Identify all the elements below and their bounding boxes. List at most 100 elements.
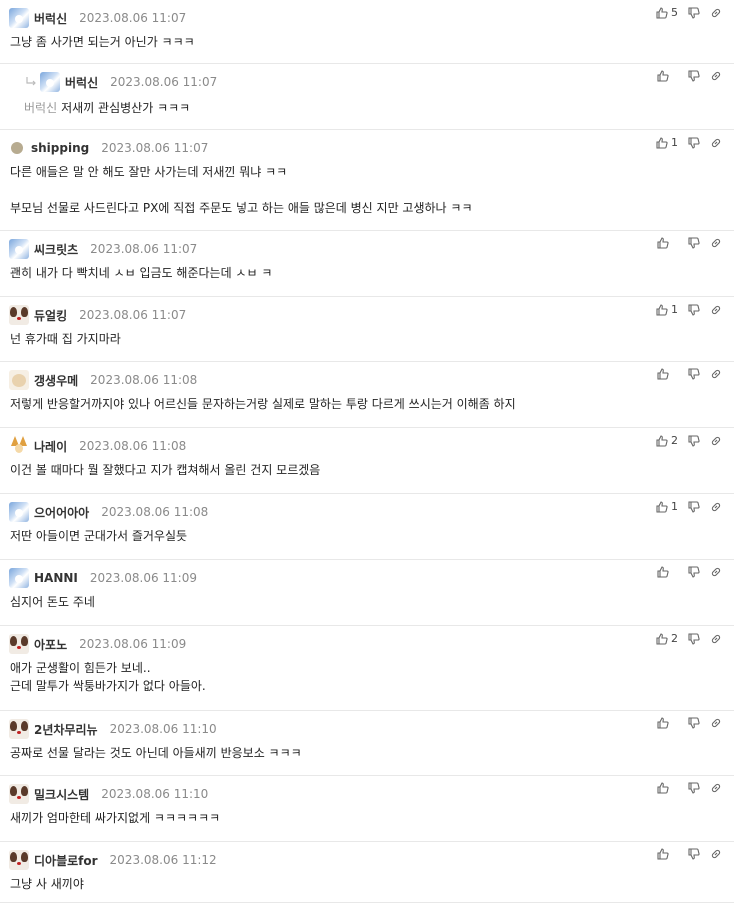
like-count: 2 <box>671 632 678 645</box>
reply-item: 버럭신 2023.08.06 11:07 버럭신 저새끼 관심병산가 ㅋㅋㅋ <box>0 64 734 130</box>
link-icon <box>710 566 722 578</box>
comment-date: 2023.08.06 11:07 <box>110 75 218 89</box>
like-button[interactable]: 1 <box>656 136 678 149</box>
thumbs-up-icon <box>657 848 669 860</box>
avatar <box>9 634 29 654</box>
thumbs-up-icon <box>657 237 669 249</box>
like-button[interactable] <box>657 566 678 578</box>
comment-header: 밀크시스템 2023.08.06 11:10 <box>9 784 208 804</box>
dislike-button[interactable] <box>688 848 700 860</box>
dislike-button[interactable] <box>688 237 700 249</box>
avatar <box>9 568 29 588</box>
thumbs-down-icon <box>688 6 700 19</box>
author-name[interactable]: 나레이 <box>34 438 67 455</box>
thumbs-up-icon <box>657 717 669 729</box>
link-icon <box>710 70 722 82</box>
comment-body: 저렇게 반응할거까지야 있나 어르신들 문자하는거랑 실제로 말하는 투랑 다르… <box>10 395 516 413</box>
avatar <box>9 850 29 870</box>
like-button[interactable]: 1 <box>656 500 678 513</box>
link-button[interactable] <box>710 70 722 82</box>
comment-body: 이건 볼 때마다 뭘 잘했다고 지가 캡쳐해서 올린 건지 모르겠음 <box>10 461 320 479</box>
dislike-button[interactable] <box>688 782 700 794</box>
comment-date: 2023.08.06 11:07 <box>90 242 198 256</box>
author-name[interactable]: HANNI <box>34 571 78 585</box>
link-button[interactable] <box>710 501 722 513</box>
comment-text-line: 그냥 좀 사가면 되는거 아닌가 ㅋㅋㅋ <box>10 35 195 49</box>
link-button[interactable] <box>710 137 722 149</box>
like-count: 1 <box>671 303 678 316</box>
like-button[interactable] <box>657 848 678 860</box>
author-name[interactable]: 듀얼킹 <box>34 307 67 324</box>
like-button[interactable]: 5 <box>656 6 678 19</box>
like-count: 2 <box>671 434 678 447</box>
author-name[interactable]: 밀크시스템 <box>34 786 89 803</box>
author-name[interactable]: 씨크릿츠 <box>34 241 78 258</box>
thumbs-up-icon <box>657 566 669 578</box>
comment-item: 나레이 2023.08.06 11:08 2 이건 볼 때마다 뭘 잘했다고 지가 캡… <box>0 428 734 494</box>
mention-name[interactable]: 버럭신 <box>24 101 57 115</box>
comment-body: 애가 군생활이 힘든가 보네.. 근데 말투가 싹퉁바가지가 없다 아들아. <box>10 659 206 695</box>
link-button[interactable] <box>710 304 722 316</box>
author-name[interactable]: 디아블로for <box>34 852 98 869</box>
link-button[interactable] <box>710 435 722 447</box>
like-button[interactable] <box>657 237 678 249</box>
dislike-button[interactable] <box>688 566 700 578</box>
comment-text-line: 부모님 선물로 사드린다고 PX에 직접 주문도 넣고 하는 애들 많은데 병신… <box>10 201 473 215</box>
like-count: 1 <box>671 136 678 149</box>
reply-arrow-icon <box>24 75 38 89</box>
link-button[interactable] <box>710 7 722 19</box>
comment-item: 버럭신 2023.08.06 11:07 5 그냥 좀 사가면 되는거 아닌가 ㅋㅋㅋ <box>0 0 734 64</box>
dislike-button[interactable] <box>688 70 700 82</box>
comment-actions: 5 <box>646 6 722 19</box>
comment-text-line: 다른 애들은 말 안 해도 잘만 사가는데 저새낀 뭐냐 ㅋㅋ <box>10 165 288 179</box>
comment-header: 디아블로for 2023.08.06 11:12 <box>9 850 217 870</box>
dislike-button[interactable] <box>688 434 700 447</box>
author-name[interactable]: 갱생우메 <box>34 372 78 389</box>
author-name[interactable]: 으어어아아 <box>34 504 89 521</box>
thumbs-up-icon <box>657 782 669 794</box>
thumbs-down-icon <box>688 632 700 645</box>
comment-text-line: 넌 휴가때 집 가지마라 <box>10 332 121 346</box>
link-icon <box>710 237 722 249</box>
comment-item: 아포노 2023.08.06 11:09 2 애가 군생활이 힘든가 보네.. 근데 … <box>0 626 734 711</box>
dislike-button[interactable] <box>688 368 700 380</box>
author-name[interactable]: 아포노 <box>34 636 67 653</box>
link-button[interactable] <box>710 633 722 645</box>
link-icon <box>710 7 722 19</box>
comment-item: 씨크릿츠 2023.08.06 11:07 괜히 내가 다 빡치네 ㅅㅂ 입금도 해… <box>0 231 734 297</box>
comment-header: 씨크릿츠 2023.08.06 11:07 <box>9 239 197 259</box>
author-name[interactable]: 버럭신 <box>65 74 98 91</box>
link-button[interactable] <box>710 848 722 860</box>
link-button[interactable] <box>710 237 722 249</box>
comment-item: 듀얼킹 2023.08.06 11:07 1 넌 휴가때 집 가지마라 <box>0 297 734 362</box>
like-button[interactable] <box>657 717 678 729</box>
comment-body: 그냥 사 새끼야 <box>10 875 84 893</box>
comment-text-line: 이건 볼 때마다 뭘 잘했다고 지가 캡쳐해서 올린 건지 모르겠음 <box>10 463 321 477</box>
dislike-button[interactable] <box>688 6 700 19</box>
thumbs-up-icon <box>656 434 668 447</box>
author-name[interactable]: 버럭신 <box>34 10 67 27</box>
thumbs-up-icon <box>656 6 668 19</box>
comment-header: 2년차무리뉴 2023.08.06 11:10 <box>9 719 217 739</box>
dislike-button[interactable] <box>688 136 700 149</box>
link-button[interactable] <box>710 782 722 794</box>
like-button[interactable]: 2 <box>656 632 678 645</box>
like-button[interactable] <box>657 70 678 82</box>
dislike-button[interactable] <box>688 717 700 729</box>
link-button[interactable] <box>710 566 722 578</box>
dislike-button[interactable] <box>688 500 700 513</box>
thumbs-down-icon <box>688 566 700 578</box>
dislike-button[interactable] <box>688 303 700 316</box>
like-button[interactable]: 2 <box>656 434 678 447</box>
like-button[interactable] <box>657 368 678 380</box>
link-button[interactable] <box>710 717 722 729</box>
author-name[interactable]: shipping <box>31 141 89 155</box>
like-button[interactable] <box>657 782 678 794</box>
author-name[interactable]: 2년차무리뉴 <box>34 721 98 738</box>
comment-actions <box>647 848 722 860</box>
comment-actions: 2 <box>646 434 722 447</box>
comment-date: 2023.08.06 11:07 <box>79 308 187 322</box>
link-button[interactable] <box>710 368 722 380</box>
like-button[interactable]: 1 <box>656 303 678 316</box>
dislike-button[interactable] <box>688 632 700 645</box>
